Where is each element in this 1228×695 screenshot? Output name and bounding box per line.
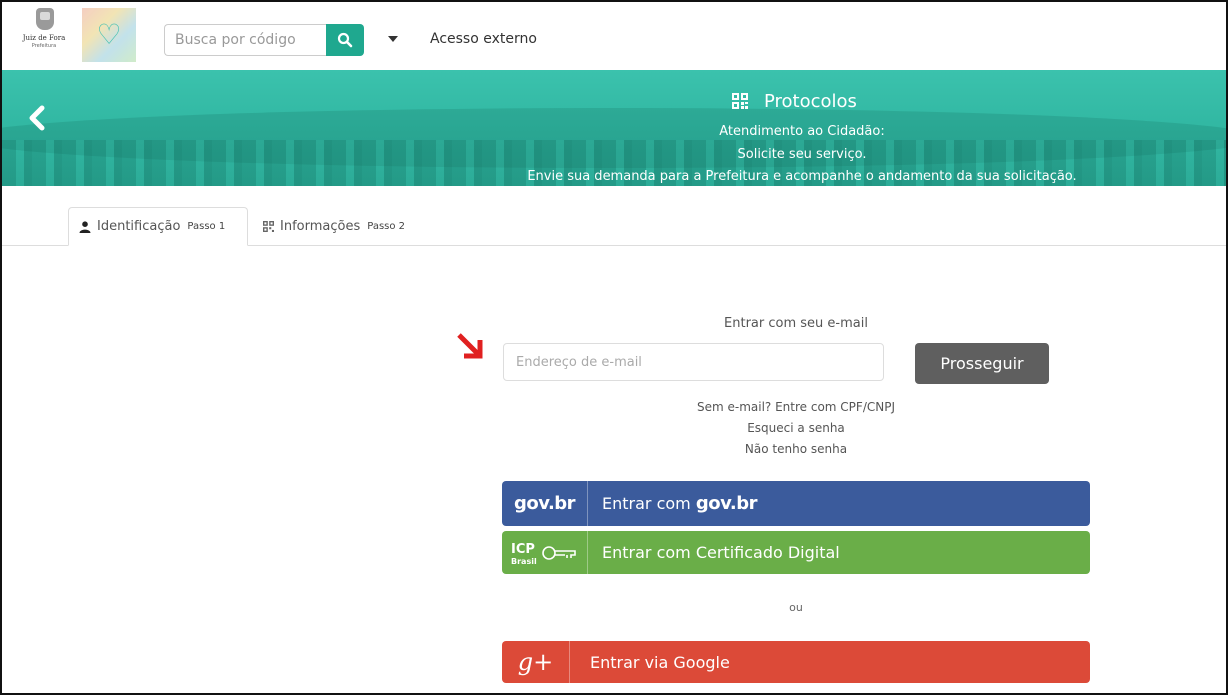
icp-button-label: Entrar com Certificado Digital: [602, 543, 840, 562]
banner-line-1: Atendimento ao Cidadão:: [719, 124, 885, 139]
banner-line-2: Solicite seu serviço.: [737, 147, 867, 162]
city-logo-sub: Prefeitura: [31, 43, 57, 49]
caret-down-icon[interactable]: [388, 36, 398, 42]
tab-identificacao[interactable]: Identificação Passo 1: [68, 207, 248, 246]
tab-label: Identificação: [97, 219, 181, 234]
tab-informacoes[interactable]: Informações Passo 2: [259, 207, 429, 245]
govbr-button-label: Entrar com gov.br: [588, 493, 757, 514]
tab-label: Informações: [280, 218, 361, 234]
back-chevron-icon[interactable]: [26, 104, 48, 132]
acesso-externo-link[interactable]: Acesso externo: [430, 31, 537, 47]
qrcode-icon: [732, 93, 748, 109]
govbr-logo: gov.br: [502, 481, 588, 526]
qrcode-icon: [263, 220, 274, 232]
forgot-password-link[interactable]: Esqueci a senha: [502, 421, 1090, 435]
arrow-down-right-icon: [457, 333, 483, 359]
app-frame: Juiz de Fora Prefeitura ♡ Acesso externo: [0, 0, 1228, 695]
icp-logo-top: ICP: [511, 542, 535, 557]
google-login-button[interactable]: g+ Entrar via Google: [502, 641, 1090, 683]
govbr-label-brand: gov.br: [695, 493, 758, 514]
tab-step: Passo 2: [367, 220, 406, 232]
top-bar: Juiz de Fora Prefeitura ♡ Acesso externo: [2, 2, 1226, 70]
city-logo[interactable]: Juiz de Fora Prefeitura: [14, 8, 78, 64]
search-button[interactable]: [326, 24, 364, 56]
tab-step: Passo 1: [187, 221, 226, 232]
icp-brasil-logo: ICP Brasil: [502, 531, 588, 574]
icp-key-icon: ICP Brasil: [511, 542, 576, 566]
email-field[interactable]: [503, 343, 884, 381]
page-title-text: Protocolos: [764, 90, 857, 112]
govbr-label-prefix: Entrar com: [602, 494, 691, 513]
step-tabs: Identificação Passo 1 Informações Passo …: [2, 207, 1226, 246]
cpf-cnpj-link[interactable]: Sem e-mail? Entre com CPF/CNPJ: [502, 400, 1090, 414]
govbr-logo-text: gov.br: [513, 493, 576, 514]
google-plus-icon: g+: [517, 648, 554, 676]
or-separator: ou: [789, 601, 803, 614]
login-title: Entrar com seu e-mail: [724, 316, 868, 331]
city-logo-name: Juiz de Fora: [22, 34, 66, 42]
google-button-label: Entrar via Google: [590, 652, 730, 672]
page-title: Protocolos: [732, 89, 857, 113]
prosseguir-button[interactable]: Prosseguir: [915, 343, 1049, 384]
heart-icon: ♡: [96, 18, 122, 51]
certificado-digital-button[interactable]: ICP Brasil Entrar com Certificado Digita…: [502, 531, 1090, 574]
banner-line-3: Envie sua demanda para a Prefeitura e ac…: [527, 169, 1077, 184]
page-banner: Protocolos Atendimento ao Cidadão: Solic…: [2, 70, 1226, 186]
heart-logo[interactable]: ♡: [82, 8, 136, 62]
search-icon: [337, 32, 353, 48]
city-crest-icon: [36, 8, 54, 30]
google-plus-logo: g+: [502, 641, 570, 683]
no-password-link[interactable]: Não tenho senha: [502, 442, 1090, 456]
icp-logo-bottom: Brasil: [511, 557, 537, 566]
user-icon: [79, 220, 91, 233]
govbr-login-button[interactable]: gov.br Entrar com gov.br: [502, 481, 1090, 526]
search-input[interactable]: [164, 24, 326, 56]
